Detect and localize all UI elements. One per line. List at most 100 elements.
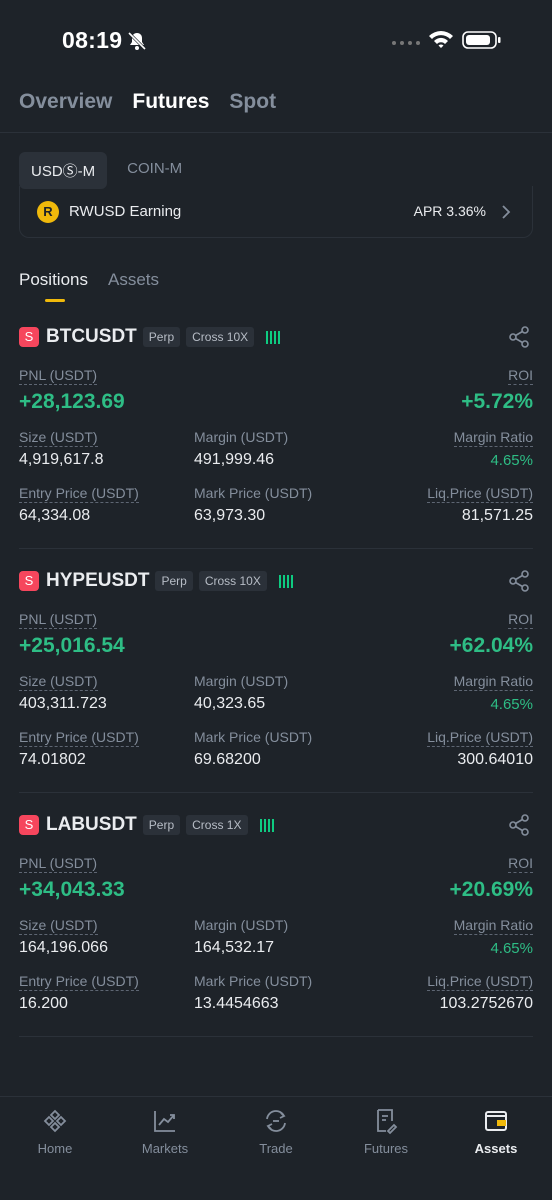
position-symbol[interactable]: HYPEUSDT xyxy=(46,570,149,592)
position-header: S BTCUSDT Perp Cross 10X xyxy=(19,325,281,349)
contract-type-tag: Perp xyxy=(142,327,181,347)
position-header: S HYPEUSDT Perp Cross 10X xyxy=(19,569,293,593)
entry-price-label: Entry Price (USDT) xyxy=(19,973,139,991)
position-symbol[interactable]: LABUSDT xyxy=(46,814,137,836)
mark-price-value: 69.68200 xyxy=(194,751,261,768)
home-icon xyxy=(43,1109,67,1133)
rwusd-earning-banner[interactable]: R RWUSD Earning APR 3.36% xyxy=(19,186,533,238)
entry-price-value: 16.200 xyxy=(19,995,68,1012)
divider xyxy=(0,132,552,133)
entry-price-value: 64,334.08 xyxy=(19,507,91,524)
nav-markets[interactable]: Markets xyxy=(110,1097,220,1177)
position-card: S HYPEUSDT Perp Cross 10X PNL (USDT) ROI… xyxy=(19,569,533,793)
mark-price-label: Mark Price (USDT) xyxy=(194,973,313,989)
liq-price-value: 103.2752670 xyxy=(439,995,533,1012)
position-symbol[interactable]: BTCUSDT xyxy=(46,326,137,348)
tab-assets[interactable]: Assets xyxy=(108,270,159,290)
status-bar: 08:19 xyxy=(0,0,552,80)
status-time: 08:19 xyxy=(62,27,123,53)
roi-value: +62.04% xyxy=(449,634,534,657)
roi-label: ROI xyxy=(508,611,533,629)
liq-price-value: 300.64010 xyxy=(457,751,533,768)
top-tabs: Overview Futures Spot xyxy=(19,90,276,114)
tab-overview[interactable]: Overview xyxy=(19,90,112,114)
size-label: Size (USDT) xyxy=(19,917,98,935)
wifi-icon xyxy=(429,31,453,48)
position-card: S LABUSDT Perp Cross 1X PNL (USDT) ROI +… xyxy=(19,813,533,1037)
futures-icon xyxy=(377,1109,398,1135)
markets-icon xyxy=(154,1111,175,1132)
share-icon[interactable] xyxy=(507,813,531,837)
margin-mode-tag[interactable]: Cross 10X xyxy=(186,327,255,347)
tab-coin-m[interactable]: COIN-M xyxy=(115,152,194,189)
nav-futures[interactable]: Futures xyxy=(331,1097,441,1177)
tab-usds-m[interactable]: USDⓈ-M xyxy=(19,152,108,189)
pnl-label: PNL (USDT) xyxy=(19,611,98,629)
short-badge: S xyxy=(19,327,39,347)
short-badge: S xyxy=(19,815,39,835)
margin-ratio-value: 4.65% xyxy=(490,696,533,713)
roi-value: +5.72% xyxy=(461,390,533,413)
battery-icon xyxy=(462,31,501,49)
earn-name: RWUSD Earning xyxy=(69,203,182,220)
mark-price-value: 13.4454663 xyxy=(194,995,279,1012)
pnl-label: PNL (USDT) xyxy=(19,367,98,385)
mark-price-label: Mark Price (USDT) xyxy=(194,485,313,501)
adl-indicator-icon xyxy=(278,574,293,588)
liq-price-label: Liq.Price (USDT) xyxy=(427,485,533,503)
nav-label: Markets xyxy=(141,1141,189,1156)
adl-indicator-icon xyxy=(259,818,274,832)
pnl-value: +28,123.69 xyxy=(19,390,125,413)
position-card: S BTCUSDT Perp Cross 10X PNL (USDT) ROI … xyxy=(19,325,533,549)
liq-price-label: Liq.Price (USDT) xyxy=(427,729,533,747)
earn-apr: APR 3.36% xyxy=(413,203,486,219)
margin-type-tabs: USDⓈ-M COIN-M xyxy=(19,152,194,189)
adl-indicator-icon xyxy=(266,330,281,344)
roi-label: ROI xyxy=(508,367,533,385)
short-badge: S xyxy=(19,571,39,591)
margin-ratio-value: 4.65% xyxy=(490,452,533,469)
nav-trade[interactable]: Trade xyxy=(221,1097,331,1177)
entry-price-value: 74.01802 xyxy=(19,751,86,768)
entry-price-label: Entry Price (USDT) xyxy=(19,729,139,747)
liq-price-value: 81,571.25 xyxy=(461,507,533,524)
margin-ratio-label: Margin Ratio xyxy=(453,917,533,935)
margin-value: 40,323.65 xyxy=(194,695,266,712)
signal-dots-icon xyxy=(392,41,420,45)
margin-label: Margin (USDT) xyxy=(194,429,289,445)
nav-label: Futures xyxy=(363,1141,409,1156)
margin-ratio-label: Margin Ratio xyxy=(453,673,533,691)
margin-mode-tag[interactable]: Cross 1X xyxy=(186,815,248,835)
position-header: S LABUSDT Perp Cross 1X xyxy=(19,813,274,837)
entry-price-label: Entry Price (USDT) xyxy=(19,485,139,503)
mark-price-label: Mark Price (USDT) xyxy=(194,729,313,745)
pnl-label: PNL (USDT) xyxy=(19,855,98,873)
margin-label: Margin (USDT) xyxy=(194,917,289,933)
margin-ratio-value: 4.65% xyxy=(490,940,533,957)
margin-value: 164,532.17 xyxy=(194,939,275,956)
size-label: Size (USDT) xyxy=(19,673,98,691)
size-value: 4,919,617.8 xyxy=(19,451,104,468)
size-value: 164,196.066 xyxy=(19,939,108,956)
share-icon[interactable] xyxy=(507,325,531,349)
bell-muted-icon xyxy=(127,31,147,51)
nav-assets[interactable]: Assets xyxy=(441,1097,551,1177)
bottom-nav: Home Markets Trade Futures Assets xyxy=(0,1096,552,1200)
rwusd-logo-icon: R xyxy=(37,201,59,223)
active-tab-indicator xyxy=(45,299,65,302)
share-icon[interactable] xyxy=(507,569,531,593)
tab-positions[interactable]: Positions xyxy=(19,270,88,290)
margin-ratio-label: Margin Ratio xyxy=(453,429,533,447)
liq-price-label: Liq.Price (USDT) xyxy=(427,973,533,991)
contract-type-tag: Perp xyxy=(142,815,181,835)
mark-price-value: 63,973.30 xyxy=(194,507,266,524)
contract-type-tag: Perp xyxy=(155,571,193,591)
tab-futures[interactable]: Futures xyxy=(132,90,209,114)
nav-label: Assets xyxy=(474,1141,518,1156)
roi-value: +20.69% xyxy=(449,878,534,901)
size-label: Size (USDT) xyxy=(19,429,98,447)
nav-home[interactable]: Home xyxy=(0,1097,110,1177)
chevron-right-icon xyxy=(502,205,511,219)
tab-spot[interactable]: Spot xyxy=(229,90,276,114)
margin-mode-tag[interactable]: Cross 10X xyxy=(198,571,267,591)
